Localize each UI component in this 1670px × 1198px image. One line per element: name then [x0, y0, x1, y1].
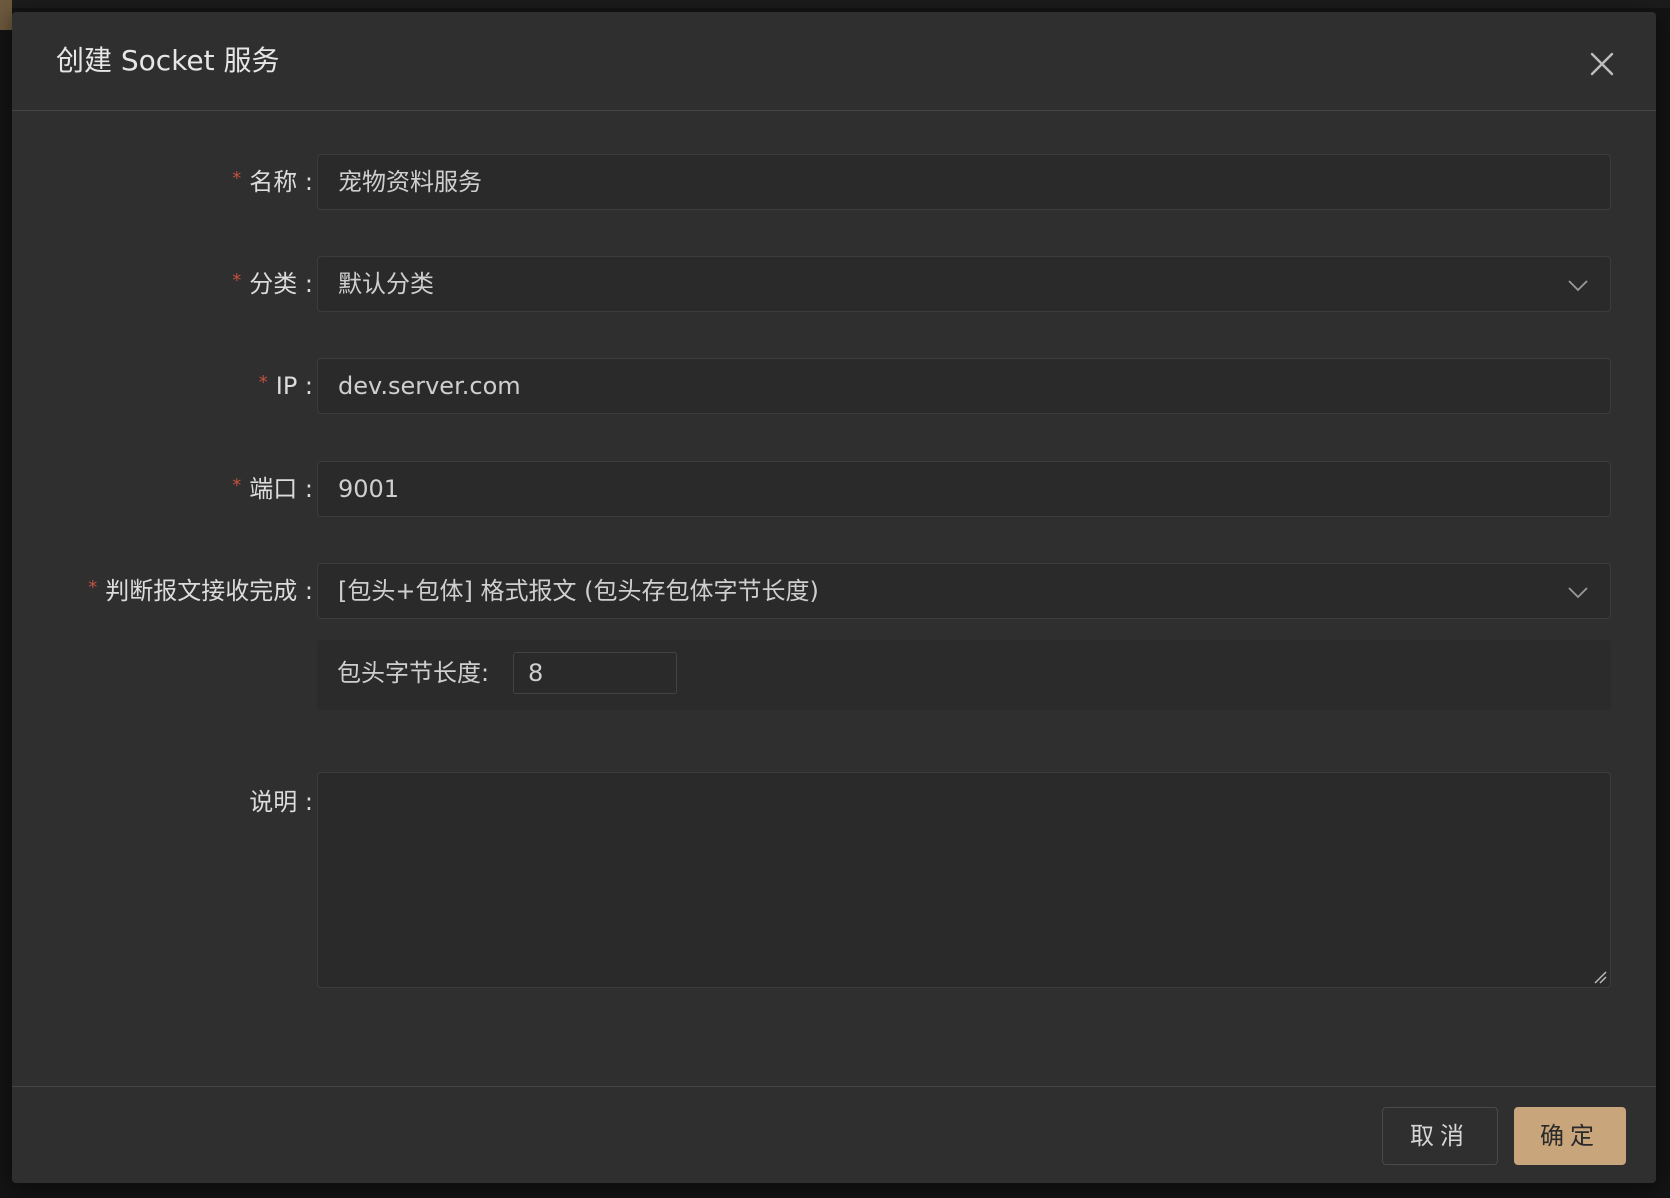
name-input-value: 宠物资料服务 [338, 168, 482, 196]
port-input-value: 9001 [338, 475, 400, 503]
completion-label: * 判断报文接收完成 : [88, 577, 313, 605]
header-length-value: 8 [528, 659, 544, 687]
close-icon [1590, 52, 1614, 76]
dialog-footer: 取消 确定 [12, 1086, 1656, 1184]
dialog-title: 创建 Socket 服务 [56, 44, 280, 77]
create-socket-dialog: 创建 Socket 服务 * 名称 : 宠物资料服务 * 分类 : 默认分类 * IP… [12, 12, 1656, 1183]
backdrop-accent [0, 0, 12, 30]
description-textarea[interactable] [317, 772, 1611, 988]
resize-handle-icon[interactable] [1593, 970, 1607, 984]
description-label: 说明 : [249, 788, 313, 816]
header-length-label: 包头字节长度: [337, 659, 490, 687]
category-select[interactable]: 默认分类 [317, 256, 1611, 312]
cancel-button[interactable]: 取消 [1382, 1107, 1498, 1165]
chevron-down-icon [1568, 280, 1588, 292]
ip-label: * IP : [258, 372, 313, 400]
port-input[interactable]: 9001 [317, 461, 1611, 517]
required-mark: * [258, 372, 268, 393]
backdrop-strip [0, 0, 1670, 8]
header-length-input[interactable]: 8 [513, 652, 677, 694]
close-button[interactable] [1586, 48, 1618, 80]
category-label: * 分类 : [232, 270, 313, 298]
completion-select[interactable]: [包头+包体] 格式报文 (包头存包体字节长度) [317, 563, 1611, 619]
port-label: * 端口 : [232, 475, 313, 503]
confirm-button[interactable]: 确定 [1514, 1107, 1626, 1165]
name-label: * 名称 : [232, 168, 313, 196]
header-length-panel: 包头字节长度: 8 [317, 640, 1611, 710]
chevron-down-icon [1568, 587, 1588, 599]
ip-input-value: dev.server.com [338, 372, 521, 400]
dialog-header: 创建 Socket 服务 [12, 12, 1656, 111]
required-mark: * [88, 577, 98, 598]
required-mark: * [232, 168, 242, 189]
required-mark: * [232, 270, 242, 291]
completion-select-value: [包头+包体] 格式报文 (包头存包体字节长度) [338, 577, 819, 605]
ip-input[interactable]: dev.server.com [317, 358, 1611, 414]
category-select-value: 默认分类 [338, 270, 434, 298]
name-input[interactable]: 宠物资料服务 [317, 154, 1611, 210]
required-mark: * [232, 475, 242, 496]
